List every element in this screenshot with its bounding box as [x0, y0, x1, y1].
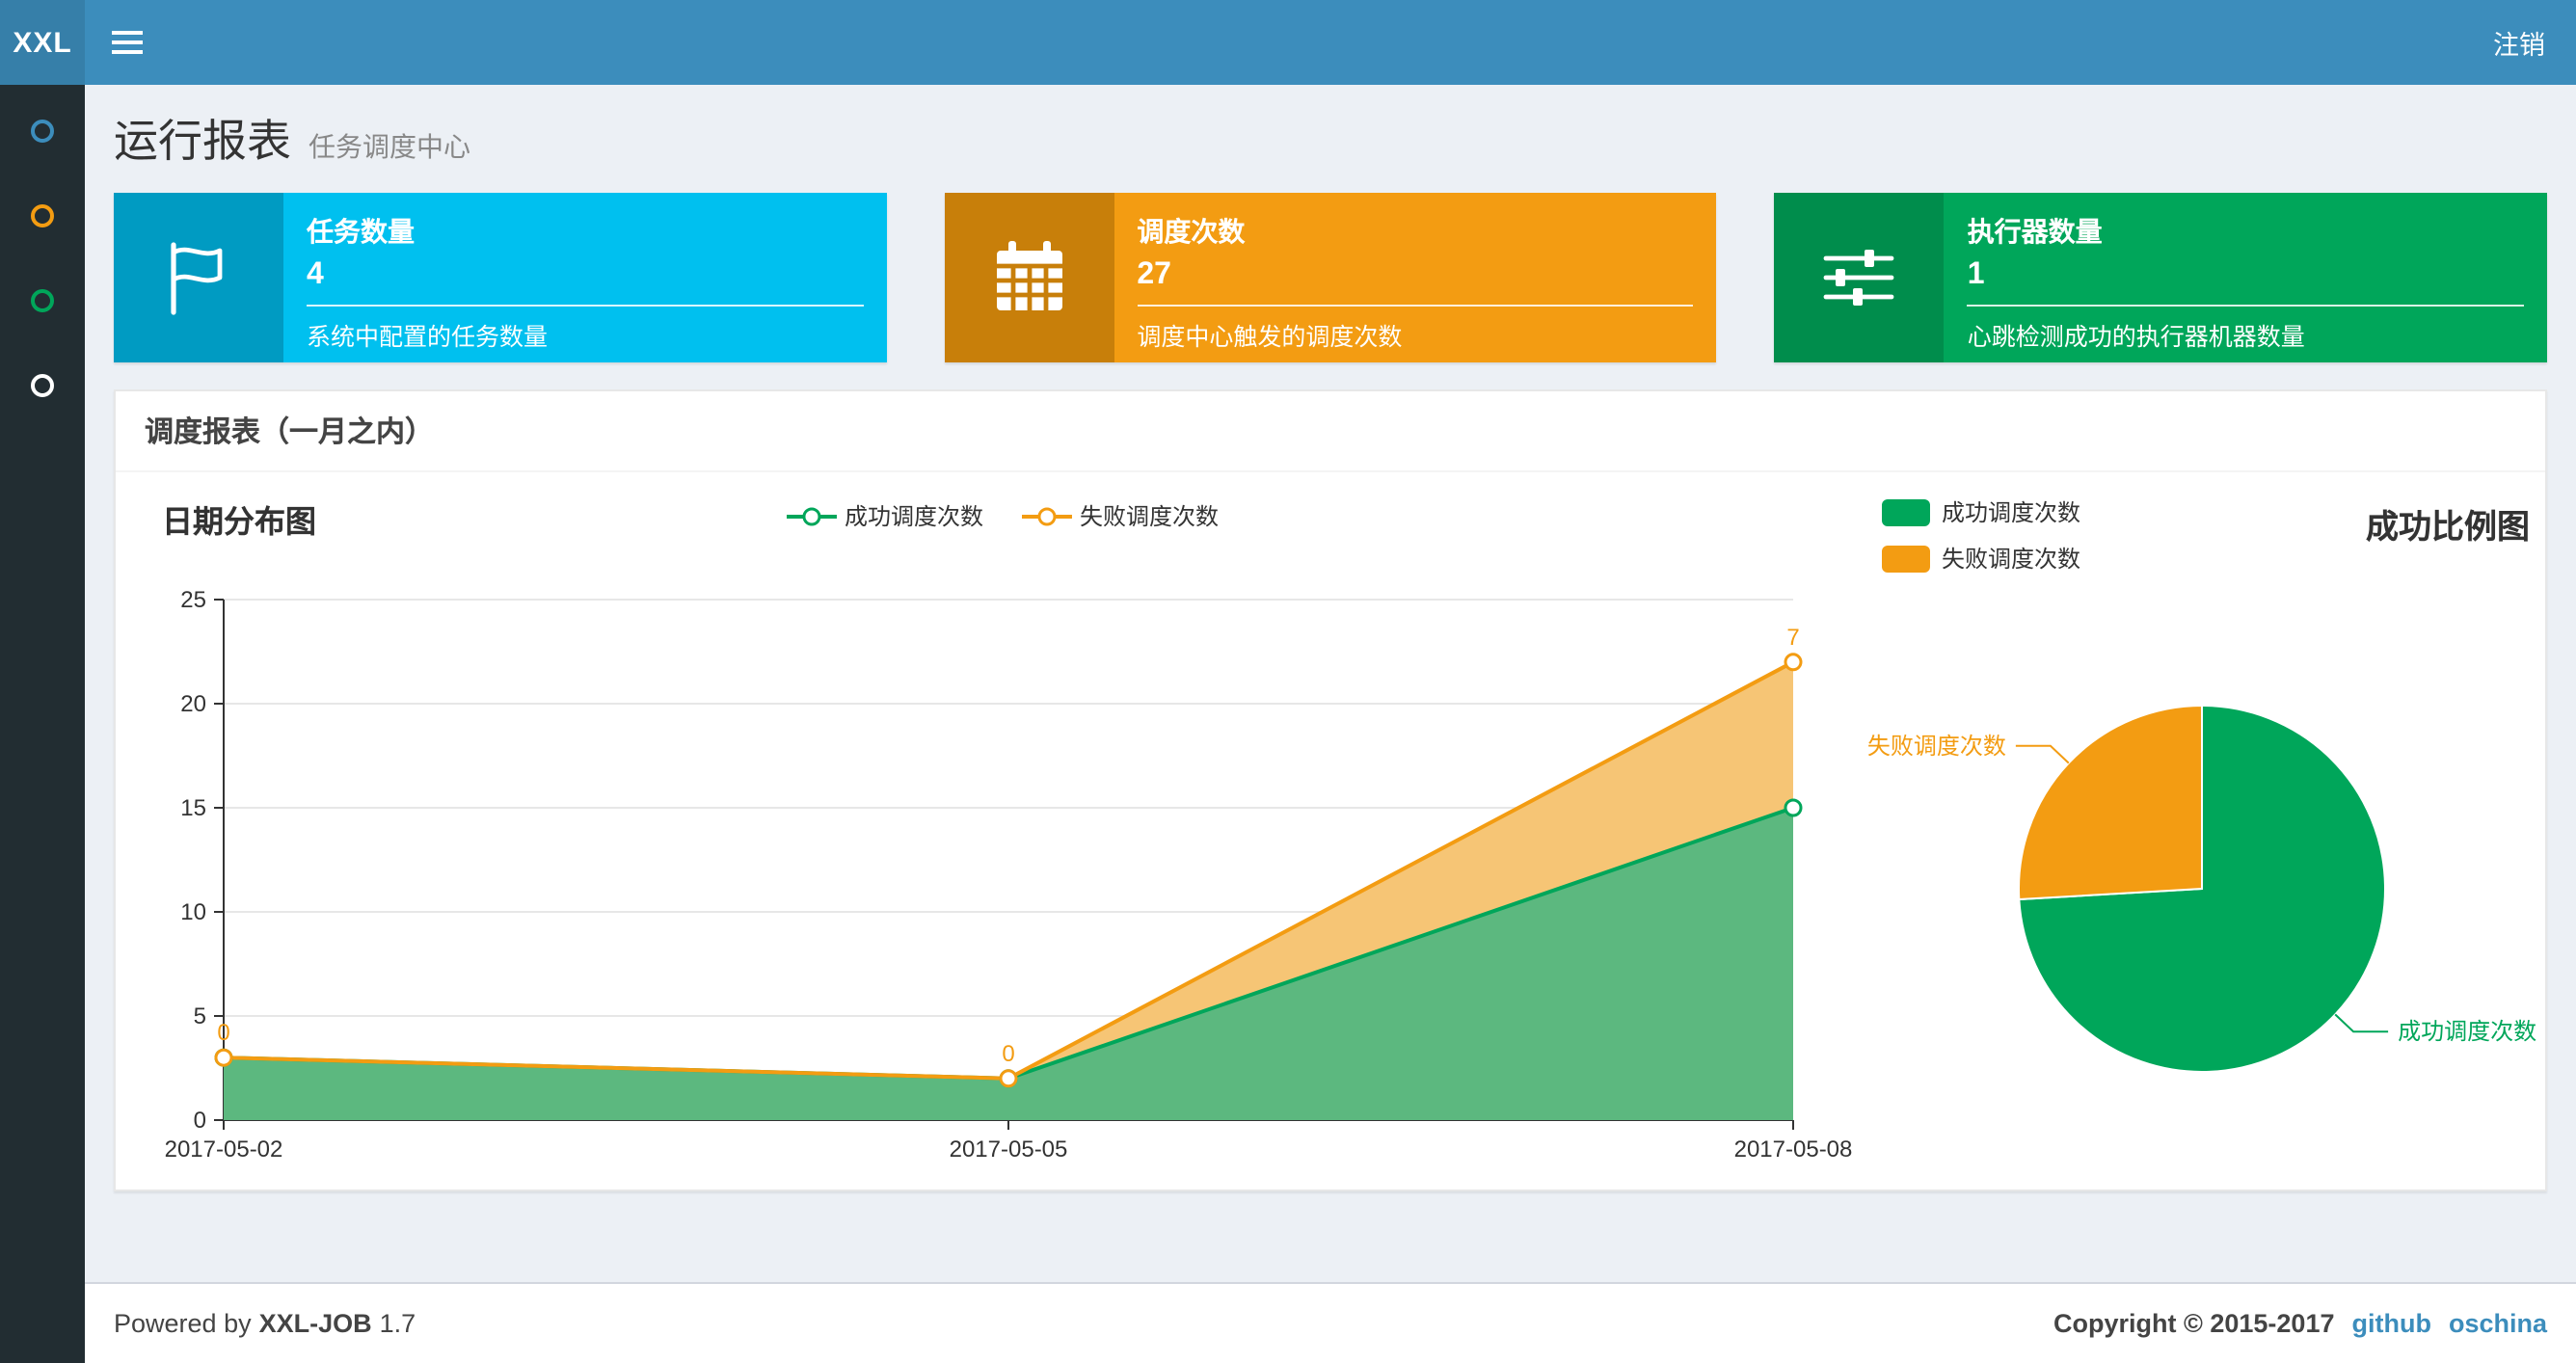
circle-icon	[31, 374, 54, 397]
info-box-title: 任务数量	[307, 216, 415, 247]
powered-by: Powered by XXL-JOB 1.7	[114, 1309, 416, 1338]
svg-text:2017-05-05: 2017-05-05	[950, 1136, 1068, 1163]
success-ratio-chart: 成功调度次数 失败调度次数 成功比例图 成功调度次数 失败调度次数	[1867, 495, 2536, 1186]
github-link[interactable]: github	[2352, 1309, 2431, 1338]
xxl-job-dashboard: XXL 注销 运行报表 任务调度中心 任务数量 4 系统中配置的任务数量 调度次…	[0, 0, 2576, 1363]
info-box-triggers-icon-area	[944, 193, 1114, 362]
app-version: 1.7	[379, 1309, 416, 1338]
pie-chart-canvas: 成功调度次数 失败调度次数	[1867, 704, 2536, 1073]
footer: Powered by XXL-JOB 1.7 Copyright © 2015-20…	[85, 1282, 2576, 1363]
app-name: XXL-JOB	[258, 1309, 372, 1338]
info-box-value: 27	[1137, 258, 1171, 291]
divider	[307, 305, 864, 307]
page-subtitle: 任务调度中心	[309, 131, 470, 162]
footer-right: Copyright © 2015-2017 github oschina	[2053, 1309, 2547, 1338]
legend-line-marker	[1022, 506, 1072, 525]
svg-text:25: 25	[180, 587, 206, 613]
info-box-jobs: 任务数量 4 系统中配置的任务数量	[114, 193, 887, 362]
panel-title: 调度报表（一月之内）	[116, 391, 2545, 472]
circle-icon	[31, 204, 54, 227]
top-navbar: XXL 注销	[0, 0, 2576, 85]
circle-icon	[31, 120, 54, 143]
line-chart-legend: 成功调度次数 失败调度次数	[786, 499, 1219, 532]
report-panel: 调度报表（一月之内） 日期分布图 成功调度次数 失败调度次数 0 5 10 15 20 25…	[114, 389, 2547, 1191]
area-chart-canvas: 05101520252017-05-02 2017-05-05 2017-05-08…	[165, 587, 1853, 1163]
sidebar-item-4[interactable]	[0, 343, 85, 428]
svg-text:0: 0	[1002, 1041, 1014, 1067]
legend-label: 成功调度次数	[844, 503, 983, 530]
powered-by-text: Powered by	[114, 1309, 252, 1338]
svg-text:7: 7	[1786, 625, 1799, 651]
legend-item[interactable]: 失败调度次数	[1882, 542, 2080, 575]
sidebar	[0, 85, 85, 1363]
sidebar-item-1[interactable]	[0, 89, 85, 174]
copyright: Copyright © 2015-2017	[2053, 1309, 2335, 1338]
legend-label: 成功调度次数	[1942, 499, 2081, 526]
legend-swatch	[1882, 545, 1930, 572]
info-box-body: 执行器数量 1 心跳检测成功的执行器机器数量	[1945, 193, 2547, 362]
info-box-body: 调度次数 27 调度中心触发的调度次数	[1114, 193, 1716, 362]
panel-body: 日期分布图 成功调度次数 失败调度次数 0 5 10 15 20 25 2017-05-02 2…	[116, 472, 2545, 1189]
circle-icon	[31, 289, 54, 312]
info-box-value: 4	[307, 258, 324, 291]
svg-text:5: 5	[194, 1003, 206, 1029]
svg-text:20: 20	[180, 691, 206, 717]
sliders-icon	[1824, 250, 1895, 306]
content-area: 运行报表 任务调度中心 任务数量 4 系统中配置的任务数量 调度次数 27 调度…	[85, 85, 2576, 1363]
pie-chart-legend: 成功调度次数 失败调度次数	[1882, 495, 2080, 575]
page-title: 运行报表 任务调度中心	[114, 104, 2547, 170]
info-box-executors: 执行器数量 1 心跳检测成功的执行器机器数量	[1774, 193, 2548, 362]
sidebar-menu	[0, 85, 85, 428]
svg-text:2017-05-08: 2017-05-08	[1734, 1136, 1853, 1163]
app-logo[interactable]: XXL	[0, 0, 85, 85]
divider	[1137, 305, 1694, 307]
legend-label: 失败调度次数	[1942, 546, 2081, 573]
info-box-body: 任务数量 4 系统中配置的任务数量	[283, 193, 886, 362]
info-box-value: 1	[1967, 258, 1985, 291]
legend-line-marker	[786, 506, 837, 525]
legend-item[interactable]: 成功调度次数	[1882, 495, 2080, 528]
sidebar-item-3[interactable]	[0, 258, 85, 343]
sidebar-item-2[interactable]	[0, 174, 85, 258]
legend-item[interactable]: 失败调度次数	[1022, 499, 1219, 532]
logout-link[interactable]: 注销	[2462, 0, 2576, 85]
svg-text:15: 15	[180, 795, 206, 821]
info-box-title: 执行器数量	[1967, 216, 2103, 247]
svg-text:2017-05-02: 2017-05-02	[165, 1136, 283, 1163]
hamburger-icon	[112, 40, 143, 44]
info-box-desc: 心跳检测成功的执行器机器数量	[1967, 324, 2305, 351]
summary-boxes: 任务数量 4 系统中配置的任务数量 调度次数 27 调度中心触发的调度次数 执行…	[85, 193, 2576, 362]
svg-text:10: 10	[180, 899, 206, 925]
calendar-icon	[996, 241, 1062, 310]
oschina-link[interactable]: oschina	[2449, 1309, 2547, 1338]
legend-label: 失败调度次数	[1080, 503, 1220, 530]
page-header: 运行报表 任务调度中心	[85, 85, 2576, 193]
info-box-triggers: 调度次数 27 调度中心触发的调度次数	[944, 193, 1717, 362]
divider	[1967, 305, 2525, 307]
legend-item[interactable]: 成功调度次数	[786, 499, 983, 532]
date-distribution-chart: 日期分布图 成功调度次数 失败调度次数 0 5 10 15 20 25 2017-05-02 2…	[131, 495, 1874, 1186]
svg-text:失败调度次数: 失败调度次数	[1867, 734, 2006, 760]
info-box-title: 调度次数	[1137, 216, 1246, 247]
pie-chart-title: 成功比例图	[2366, 509, 2530, 546]
info-box-executors-icon-area	[1774, 193, 1945, 362]
svg-text:0: 0	[217, 1020, 229, 1046]
page-title-text: 运行报表	[114, 116, 291, 166]
info-box-desc: 系统中配置的任务数量	[307, 324, 549, 351]
info-box-desc: 调度中心触发的调度次数	[1137, 324, 1403, 351]
legend-swatch	[1882, 498, 1930, 525]
sidebar-toggle-button[interactable]	[85, 0, 170, 85]
flag-icon	[171, 242, 223, 315]
svg-text:成功调度次数: 成功调度次数	[2398, 1019, 2536, 1045]
svg-text:0: 0	[194, 1108, 206, 1134]
info-box-jobs-icon-area	[114, 193, 283, 362]
